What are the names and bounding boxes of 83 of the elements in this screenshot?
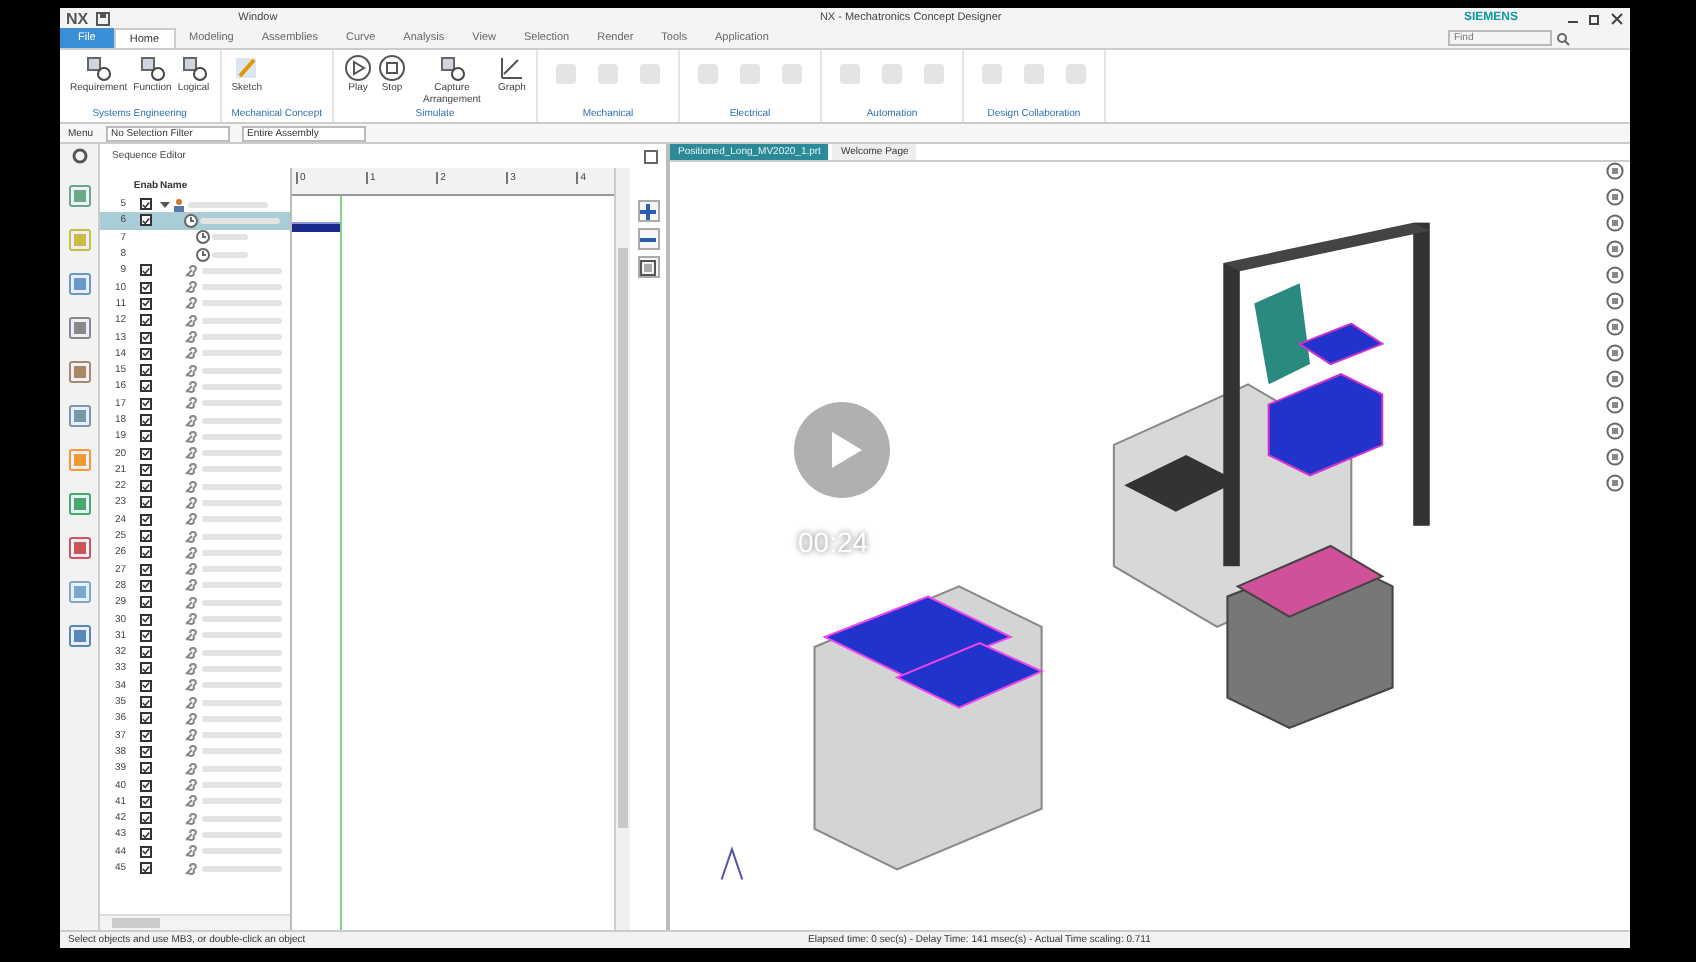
blurred-label xyxy=(200,217,280,224)
app-logo: NX xyxy=(66,9,89,27)
video-time: 00:24 xyxy=(798,526,869,558)
checkbox[interactable] xyxy=(140,546,152,559)
assembly-icon xyxy=(172,197,186,212)
checkbox[interactable] xyxy=(140,596,152,609)
checkbox[interactable] xyxy=(140,862,152,875)
view-tool-icon[interactable] xyxy=(1606,188,1624,206)
view-tool-icon[interactable] xyxy=(1606,370,1624,388)
checkbox[interactable] xyxy=(140,762,152,775)
timeline-bar[interactable] xyxy=(292,222,340,233)
maximize-icon[interactable] xyxy=(644,149,658,163)
view-tool-icon[interactable] xyxy=(1606,318,1624,336)
view-tool-icon[interactable] xyxy=(1606,474,1624,492)
checkbox[interactable] xyxy=(140,314,152,327)
checkbox[interactable] xyxy=(140,845,152,858)
tool-icon[interactable] xyxy=(67,360,91,384)
checkbox[interactable] xyxy=(140,198,152,211)
tool-icon[interactable] xyxy=(67,404,91,428)
tool-icon[interactable] xyxy=(67,316,91,340)
checkbox[interactable] xyxy=(140,264,152,277)
view-tool-icon[interactable] xyxy=(1606,266,1624,284)
checkbox[interactable] xyxy=(140,331,152,344)
checkbox[interactable] xyxy=(140,828,152,841)
checkbox[interactable] xyxy=(140,745,152,758)
checkbox[interactable] xyxy=(140,364,152,377)
restore-icon[interactable] xyxy=(1588,11,1602,25)
checkbox[interactable] xyxy=(140,662,152,675)
checkbox[interactable] xyxy=(140,779,152,792)
tool-icon[interactable] xyxy=(67,536,91,560)
view-tool-icon[interactable] xyxy=(1606,162,1624,180)
view-tool-icon[interactable] xyxy=(1606,396,1624,414)
view-tool-icon[interactable] xyxy=(1606,240,1624,258)
play-icon xyxy=(344,54,372,82)
checkbox[interactable] xyxy=(140,430,152,443)
horizontal-scrollbar[interactable] xyxy=(100,914,290,930)
checkbox[interactable] xyxy=(140,347,152,360)
vertical-scrollbar[interactable] xyxy=(614,168,630,930)
checkbox[interactable] xyxy=(140,297,152,310)
view-tool-icon[interactable] xyxy=(1606,292,1624,310)
tool-icon[interactable] xyxy=(67,624,91,648)
tool-icon[interactable] xyxy=(67,272,91,296)
checkbox[interactable] xyxy=(140,646,152,659)
checkbox[interactable] xyxy=(140,563,152,576)
view-tool-icon[interactable] xyxy=(1606,344,1624,362)
checkbox[interactable] xyxy=(140,579,152,592)
graph-icon xyxy=(498,54,526,82)
checkbox[interactable] xyxy=(140,513,152,526)
checkbox[interactable] xyxy=(140,397,152,410)
tool-icon[interactable] xyxy=(67,492,91,516)
checkbox[interactable] xyxy=(140,530,152,543)
view-tool-icon[interactable] xyxy=(1606,422,1624,440)
checkbox[interactable] xyxy=(140,463,152,476)
search-icon[interactable] xyxy=(1556,31,1570,45)
checkbox[interactable] xyxy=(140,214,152,227)
checkbox[interactable] xyxy=(140,496,152,509)
checkbox[interactable] xyxy=(140,795,152,808)
checkbox[interactable] xyxy=(140,380,152,393)
checkbox[interactable] xyxy=(140,679,152,692)
view-tool-icon[interactable] xyxy=(1606,448,1624,466)
checkbox[interactable] xyxy=(140,281,152,294)
pencil-icon xyxy=(232,54,261,82)
settings-icon[interactable] xyxy=(71,148,87,164)
checkbox[interactable] xyxy=(140,812,152,825)
checkbox[interactable] xyxy=(140,729,152,742)
stop-icon xyxy=(378,54,406,82)
checkbox[interactable] xyxy=(140,629,152,642)
checkbox[interactable] xyxy=(140,447,152,460)
fit-button[interactable] xyxy=(637,256,659,278)
caret-icon[interactable] xyxy=(160,199,170,210)
fit-icon xyxy=(640,259,656,275)
close-icon[interactable] xyxy=(1610,11,1624,25)
play-icon xyxy=(828,430,864,470)
plus-icon xyxy=(640,203,656,219)
save-icon[interactable] xyxy=(96,11,111,25)
checkbox[interactable] xyxy=(140,480,152,493)
view-tool-icon[interactable] xyxy=(1606,214,1624,232)
checkbox[interactable] xyxy=(140,613,152,626)
zoom-out-button[interactable] xyxy=(637,228,659,250)
checkbox[interactable] xyxy=(140,414,152,426)
zoom-in-button[interactable] xyxy=(637,200,659,222)
checkbox[interactable] xyxy=(140,696,152,709)
checkbox[interactable] xyxy=(140,712,152,725)
